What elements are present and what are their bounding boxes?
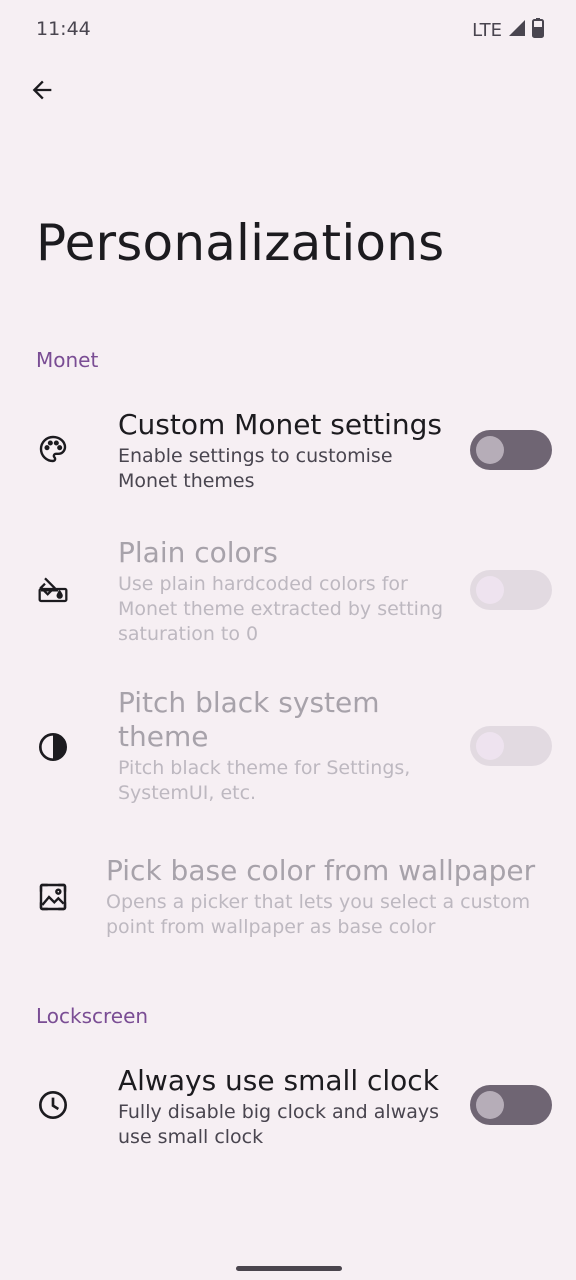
setting-title: Pitch black system theme [118,686,380,753]
arrow-back-icon [32,80,52,100]
signal-icon [508,19,526,42]
image-icon [36,880,70,914]
clock-icon [36,1088,70,1122]
setting-pitch-black[interactable]: Pitch black system theme Pitch black the… [0,686,576,816]
status-icons: LTE [472,18,544,43]
setting-small-clock[interactable]: Always use small clock Fully disable big… [0,1060,576,1160]
switch-thumb [476,1091,504,1119]
contrast-icon [36,730,70,764]
setting-title: Pick base color from wallpaper [106,854,536,887]
setting-pick-base-color[interactable]: Pick base color from wallpaper Opens a p… [0,852,576,952]
paint-bucket-icon [36,572,70,606]
small-clock-switch[interactable] [470,1085,552,1125]
switch-thumb [476,732,504,760]
status-time: 11:44 [36,18,91,40]
setting-summary: Use plain hardcoded colors for Monet the… [118,573,444,645]
setting-title: Always use small clock [118,1064,439,1097]
setting-plain-colors[interactable]: Plain colors Use plain hardcoded colors … [0,534,576,654]
plain-colors-switch[interactable] [470,570,552,610]
setting-custom-monet[interactable]: Custom Monet settings Enable settings to… [0,404,576,504]
status-bar: 11:44 LTE [0,0,576,60]
section-header-monet: Monet [36,348,99,372]
custom-monet-switch[interactable] [470,430,552,470]
setting-summary: Enable settings to customise Monet theme… [118,445,393,492]
pitch-black-switch[interactable] [470,726,552,766]
battery-icon [532,18,544,43]
setting-summary: Opens a picker that lets you select a cu… [106,891,531,938]
back-button[interactable] [22,70,62,110]
setting-summary: Fully disable big clock and always use s… [118,1101,440,1148]
gesture-nav-handle[interactable] [236,1266,342,1271]
switch-thumb [476,576,504,604]
setting-title: Plain colors [118,536,278,569]
setting-summary: Pitch black theme for Settings, SystemUI… [118,757,411,804]
switch-thumb [476,436,504,464]
palette-icon [36,432,70,466]
page-title: Personalizations [36,214,445,272]
network-type: LTE [472,20,502,41]
setting-title: Custom Monet settings [118,408,442,441]
section-header-lockscreen: Lockscreen [36,1004,149,1028]
